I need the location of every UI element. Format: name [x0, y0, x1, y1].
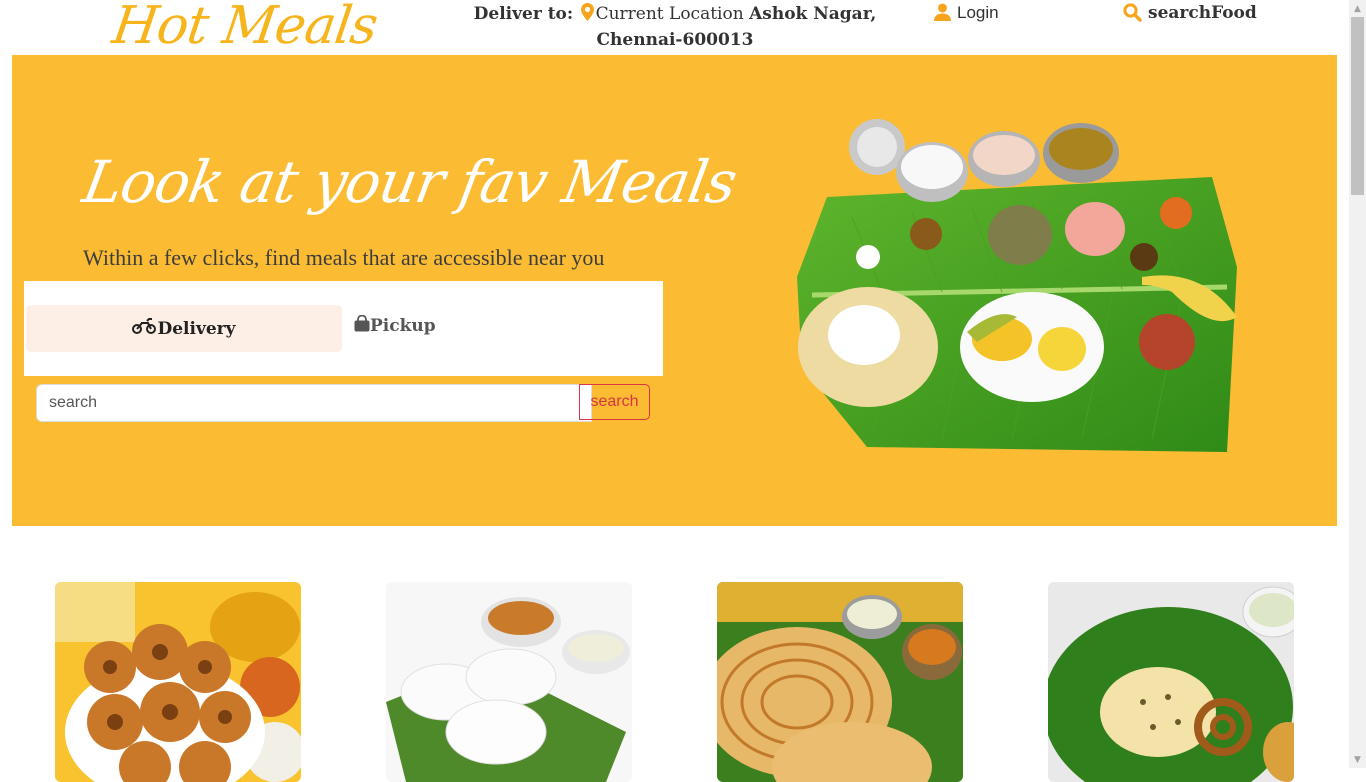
motorcycle-icon — [132, 318, 157, 339]
shopping-bag-icon — [354, 314, 370, 337]
vertical-scrollbar[interactable]: ▲ ▼ — [1349, 0, 1366, 768]
scroll-thumb[interactable] — [1351, 17, 1364, 195]
search-food-link[interactable]: searchFood — [1123, 2, 1257, 24]
tab-delivery-label: Delivery — [157, 318, 236, 339]
food-card-pongal[interactable] — [1048, 582, 1294, 782]
food-card-parotta[interactable] — [717, 582, 963, 782]
hero-banner: Look at your fav Meals Within a few clic… — [12, 55, 1337, 526]
search-input[interactable] — [36, 384, 592, 422]
tab-pickup-label: Pickup — [370, 316, 436, 336]
deliver-label: Deliver to: — [473, 4, 574, 24]
scroll-up-arrow-icon[interactable]: ▲ — [1349, 0, 1366, 17]
deliver-to[interactable]: Deliver to: Current Location Ashok Nagar… — [450, 2, 900, 52]
hero-title: Look at your fav Meals — [78, 148, 742, 216]
tab-pickup[interactable]: Pickup — [354, 314, 436, 337]
map-pin-icon — [580, 3, 594, 28]
food-card-vada[interactable] — [55, 582, 301, 782]
user-icon — [934, 3, 957, 22]
banana-leaf-meal-image — [797, 119, 1237, 452]
magnifier-icon — [1123, 3, 1148, 23]
scroll-down-arrow-icon[interactable]: ▼ — [1349, 751, 1366, 768]
hero-subtitle: Within a few clicks, find meals that are… — [83, 245, 605, 270]
search-food-label: searchFood — [1148, 3, 1257, 23]
login-label: Login — [957, 3, 999, 22]
login-link[interactable]: Login — [934, 2, 999, 24]
current-location-label: Current Location — [595, 4, 744, 24]
logo[interactable]: Hot Meals — [109, 0, 381, 56]
search-button[interactable]: search — [579, 384, 650, 420]
site-header: Hot Meals Deliver to: Current Location A… — [0, 0, 1349, 56]
tab-delivery[interactable]: Delivery — [26, 305, 342, 352]
order-mode-tabs: Delivery Pickup — [24, 281, 663, 376]
food-card-idli[interactable] — [386, 582, 632, 782]
